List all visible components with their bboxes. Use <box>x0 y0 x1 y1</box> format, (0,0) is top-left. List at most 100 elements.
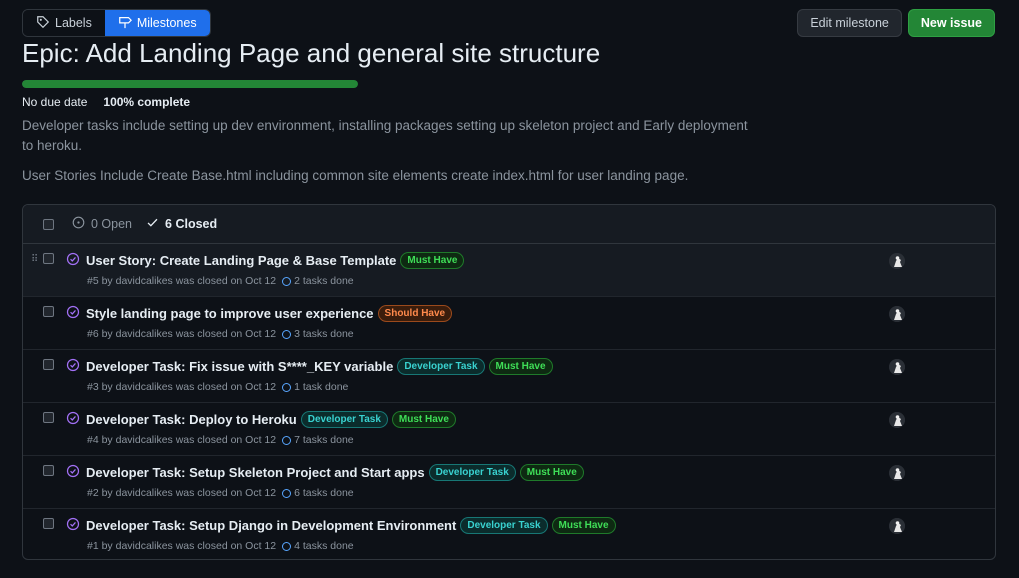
select-all-checkbox[interactable] <box>43 218 54 230</box>
issue-row[interactable]: Developer Task: Setup Skeleton Project a… <box>23 455 995 508</box>
issue-title[interactable]: Style landing page to improve user exper… <box>86 306 374 321</box>
issue-title[interactable]: User Story: Create Landing Page & Base T… <box>86 253 396 268</box>
issue-list-header: 0 Open 6 Closed <box>23 205 995 244</box>
task-progress-icon <box>282 382 292 392</box>
top-bar: Labels Milestones Edit milestone New iss… <box>22 9 995 37</box>
issue-checkbox[interactable] <box>43 518 54 529</box>
issue-checkbox[interactable] <box>43 253 54 264</box>
issue-row[interactable]: Developer Task: Deploy to Heroku Develop… <box>23 402 995 455</box>
labels-tab[interactable]: Labels <box>23 10 105 36</box>
issue-closed-text: #3 by davidcalikes was closed on Oct 12 <box>87 381 277 393</box>
user-avatar-icon <box>889 306 905 322</box>
due-date: No due date <box>22 95 88 109</box>
avatar[interactable] <box>889 412 905 428</box>
issue-closed-text: #6 by davidcalikes was closed on Oct 12 <box>87 328 277 340</box>
issue-rows: ⠿ User Story: Create Landing Page & Base… <box>23 244 995 559</box>
issue-title[interactable]: Developer Task: Setup Skeleton Project a… <box>86 465 425 480</box>
issue-closed-text: #2 by davidcalikes was closed on Oct 12 <box>87 487 277 499</box>
issue-closed-icon <box>66 517 80 531</box>
issue-label[interactable]: Developer Task <box>460 517 548 534</box>
check-icon <box>146 216 159 232</box>
task-progress-text: 6 tasks done <box>294 487 354 499</box>
issue-title-line: User Story: Create Landing Page & Base T… <box>86 252 465 269</box>
description-paragraph: User Stories Include Create Base.html in… <box>22 168 689 183</box>
closed-issues-filter[interactable]: 6 Closed <box>146 216 217 232</box>
header-actions: Edit milestone New issue <box>797 9 995 37</box>
avatar[interactable] <box>889 465 905 481</box>
tag-icon <box>36 15 50 32</box>
issue-meta: #6 by davidcalikes was closed on Oct 12 … <box>87 328 354 340</box>
new-issue-button[interactable]: New issue <box>907 9 995 37</box>
milestones-tab[interactable]: Milestones <box>104 10 210 36</box>
avatar[interactable] <box>889 518 905 534</box>
issue-title-line: Developer Task: Fix issue with S****_KEY… <box>86 358 553 375</box>
issue-closed-icon <box>66 252 80 266</box>
issue-label[interactable]: Developer Task <box>397 358 485 375</box>
task-progress-text: 3 tasks done <box>294 328 354 340</box>
issue-list: 0 Open 6 Closed ⠿ User Story: Create Lan… <box>22 204 996 560</box>
issue-title-line: Style landing page to improve user exper… <box>86 305 453 322</box>
issue-checkbox[interactable] <box>43 412 54 423</box>
task-progress[interactable]: 3 tasks done <box>282 328 354 340</box>
issue-closed-icon <box>66 464 80 478</box>
issue-meta: #5 by davidcalikes was closed on Oct 12 … <box>87 275 354 287</box>
task-progress-text: 2 tasks done <box>294 275 354 287</box>
issue-checkbox[interactable] <box>43 306 54 317</box>
issue-title[interactable]: Developer Task: Deploy to Heroku <box>86 412 297 427</box>
issue-checkbox[interactable] <box>43 359 54 370</box>
avatar[interactable] <box>889 359 905 375</box>
open-count: 0 Open <box>91 217 133 231</box>
issue-checkbox[interactable] <box>43 465 54 476</box>
milestone-meta: No due date 100% complete <box>22 95 190 109</box>
task-progress[interactable]: 2 tasks done <box>282 275 354 287</box>
issue-label[interactable]: Must Have <box>391 411 456 428</box>
issue-title[interactable]: Developer Task: Fix issue with S****_KEY… <box>86 359 393 374</box>
task-progress[interactable]: 7 tasks done <box>282 434 354 446</box>
user-avatar-icon <box>889 412 905 428</box>
issue-label[interactable]: Developer Task <box>428 464 516 481</box>
issue-row[interactable]: ⠿ User Story: Create Landing Page & Base… <box>23 244 995 296</box>
issue-row[interactable]: Developer Task: Fix issue with S****_KEY… <box>23 349 995 402</box>
user-avatar-icon <box>889 253 905 269</box>
issue-label[interactable]: Must Have <box>488 358 553 375</box>
task-progress[interactable]: 4 tasks done <box>282 540 354 552</box>
labels-tab-label: Labels <box>55 16 92 30</box>
issue-label[interactable]: Must Have <box>519 464 584 481</box>
drag-handle-icon[interactable]: ⠿ <box>31 254 38 265</box>
issue-label[interactable]: Must Have <box>551 517 616 534</box>
avatar[interactable] <box>889 253 905 269</box>
issue-closed-icon <box>66 358 80 372</box>
issue-closed-icon <box>66 411 80 425</box>
issue-meta: #4 by davidcalikes was closed on Oct 12 … <box>87 434 354 446</box>
task-progress-text: 4 tasks done <box>294 540 354 552</box>
labels-milestones-switch: Labels Milestones <box>22 9 211 37</box>
task-progress-icon <box>282 488 292 498</box>
issue-label[interactable]: Developer Task <box>300 411 388 428</box>
user-avatar-icon <box>889 518 905 534</box>
issue-title[interactable]: Developer Task: Setup Django in Developm… <box>86 518 456 533</box>
user-avatar-icon <box>889 359 905 375</box>
task-progress[interactable]: 6 tasks done <box>282 487 354 499</box>
milestone-progress-fill <box>22 80 358 88</box>
task-progress-text: 7 tasks done <box>294 434 354 446</box>
edit-milestone-button[interactable]: Edit milestone <box>797 9 902 37</box>
issue-title-line: Developer Task: Setup Skeleton Project a… <box>86 464 584 481</box>
issue-label[interactable]: Must Have <box>400 252 465 269</box>
open-issue-icon <box>72 216 85 232</box>
issue-meta: #1 by davidcalikes was closed on Oct 12 … <box>87 540 354 552</box>
avatar[interactable] <box>889 306 905 322</box>
completion-percent: 100% complete <box>103 95 191 109</box>
milestone-icon <box>118 15 132 32</box>
issue-closed-text: #1 by davidcalikes was closed on Oct 12 <box>87 540 277 552</box>
task-progress-icon <box>282 541 292 551</box>
issue-label[interactable]: Should Have <box>377 305 453 322</box>
description-paragraph: Developer tasks include setting up dev e… <box>22 118 748 153</box>
open-issues-filter[interactable]: 0 Open <box>72 216 132 232</box>
issue-closed-text: #5 by davidcalikes was closed on Oct 12 <box>87 275 277 287</box>
user-avatar-icon <box>889 465 905 481</box>
issue-meta: #2 by davidcalikes was closed on Oct 12 … <box>87 487 354 499</box>
task-progress-text: 1 task done <box>294 381 349 393</box>
task-progress[interactable]: 1 task done <box>282 381 348 393</box>
issue-row[interactable]: Developer Task: Setup Django in Developm… <box>23 508 995 559</box>
issue-row[interactable]: Style landing page to improve user exper… <box>23 296 995 349</box>
